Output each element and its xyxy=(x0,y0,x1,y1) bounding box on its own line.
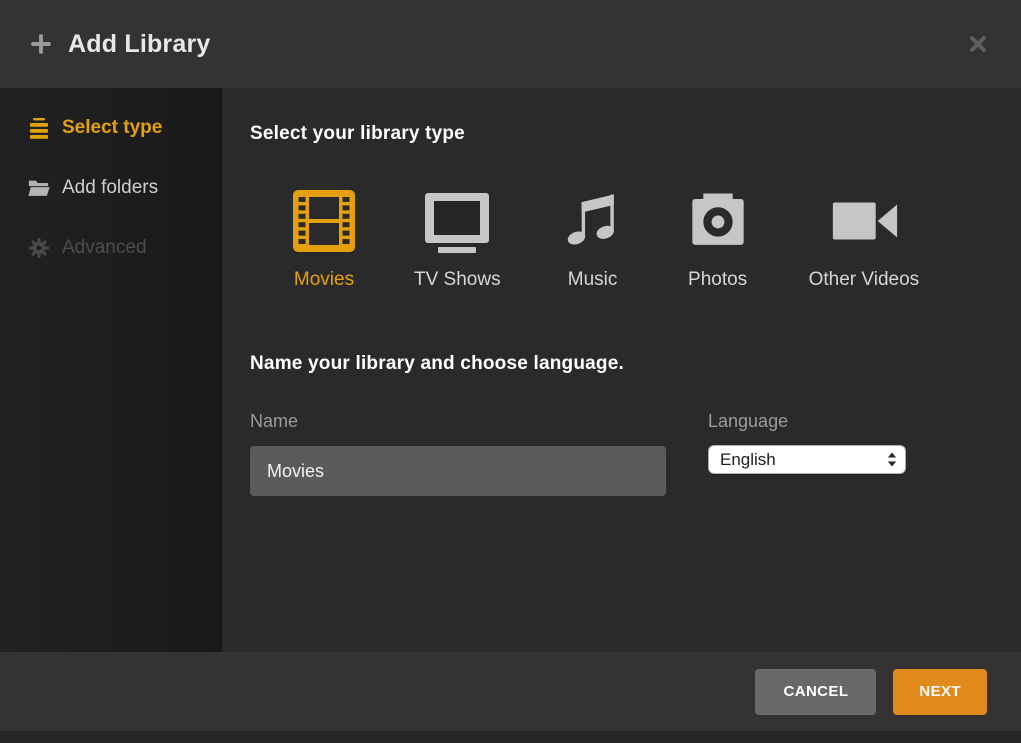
library-type-label: TV Shows xyxy=(414,269,501,291)
library-type-photos[interactable]: Photos xyxy=(685,189,751,291)
language-selected-value: English xyxy=(720,450,887,470)
sidebar-item-label: Advanced xyxy=(62,237,147,259)
cancel-button[interactable]: CANCEL xyxy=(755,669,876,715)
video-camera-icon xyxy=(827,189,901,253)
dialog-title: Add Library xyxy=(68,30,211,59)
language-select[interactable]: English xyxy=(708,445,906,474)
name-field-group: Name xyxy=(250,411,666,496)
open-folder-icon xyxy=(28,176,50,200)
sidebar-item-label: Add folders xyxy=(62,177,158,199)
sidebar-item-select-type[interactable]: Select type xyxy=(0,98,222,158)
sidebar-item-label: Select type xyxy=(62,117,162,139)
music-note-icon xyxy=(559,187,627,255)
library-type-movies[interactable]: Movies xyxy=(292,189,356,291)
library-type-label: Photos xyxy=(688,269,747,291)
dialog-body: Select type Add folders xyxy=(0,88,1021,652)
language-field-group: Language English xyxy=(708,411,906,496)
sidebar-item-add-folders[interactable]: Add folders xyxy=(0,158,222,218)
select-arrows-icon xyxy=(887,452,897,467)
tv-icon xyxy=(421,189,493,253)
library-type-label: Other Videos xyxy=(809,269,920,291)
sidebar-item-advanced[interactable]: Advanced xyxy=(0,218,222,278)
close-icon xyxy=(965,31,991,57)
add-library-dialog: Add Library Select type Add folders xyxy=(0,0,1021,743)
wizard-steps-sidebar: Select type Add folders xyxy=(0,88,222,652)
library-settings-fields: Name Language English xyxy=(250,411,1021,496)
library-type-label: Movies xyxy=(294,269,354,291)
dialog-footer: CANCEL NEXT xyxy=(0,652,1021,731)
library-type-tv-shows[interactable]: TV Shows xyxy=(414,189,501,291)
name-field-label: Name xyxy=(250,411,666,432)
dialog-header: Add Library xyxy=(0,0,1021,88)
library-type-music[interactable]: Music xyxy=(559,189,627,291)
next-button[interactable]: NEXT xyxy=(893,669,987,715)
select-type-panel: Select your library type Mov xyxy=(222,88,1021,652)
plus-icon xyxy=(28,31,54,57)
library-name-input[interactable] xyxy=(250,446,666,496)
name-section-title: Name your library and choose language. xyxy=(250,353,1021,375)
library-type-picker: Movies TV Shows xyxy=(292,189,1021,291)
close-button[interactable] xyxy=(965,31,991,57)
language-field-label: Language xyxy=(708,411,906,432)
list-lines-icon xyxy=(28,116,50,140)
gear-icon xyxy=(28,236,50,260)
camera-icon xyxy=(685,189,751,253)
film-strip-icon xyxy=(292,189,356,253)
library-type-other-videos[interactable]: Other Videos xyxy=(809,189,920,291)
library-type-section-title: Select your library type xyxy=(250,123,1021,145)
dialog-bottom-edge xyxy=(0,731,1021,743)
library-type-label: Music xyxy=(568,269,618,291)
